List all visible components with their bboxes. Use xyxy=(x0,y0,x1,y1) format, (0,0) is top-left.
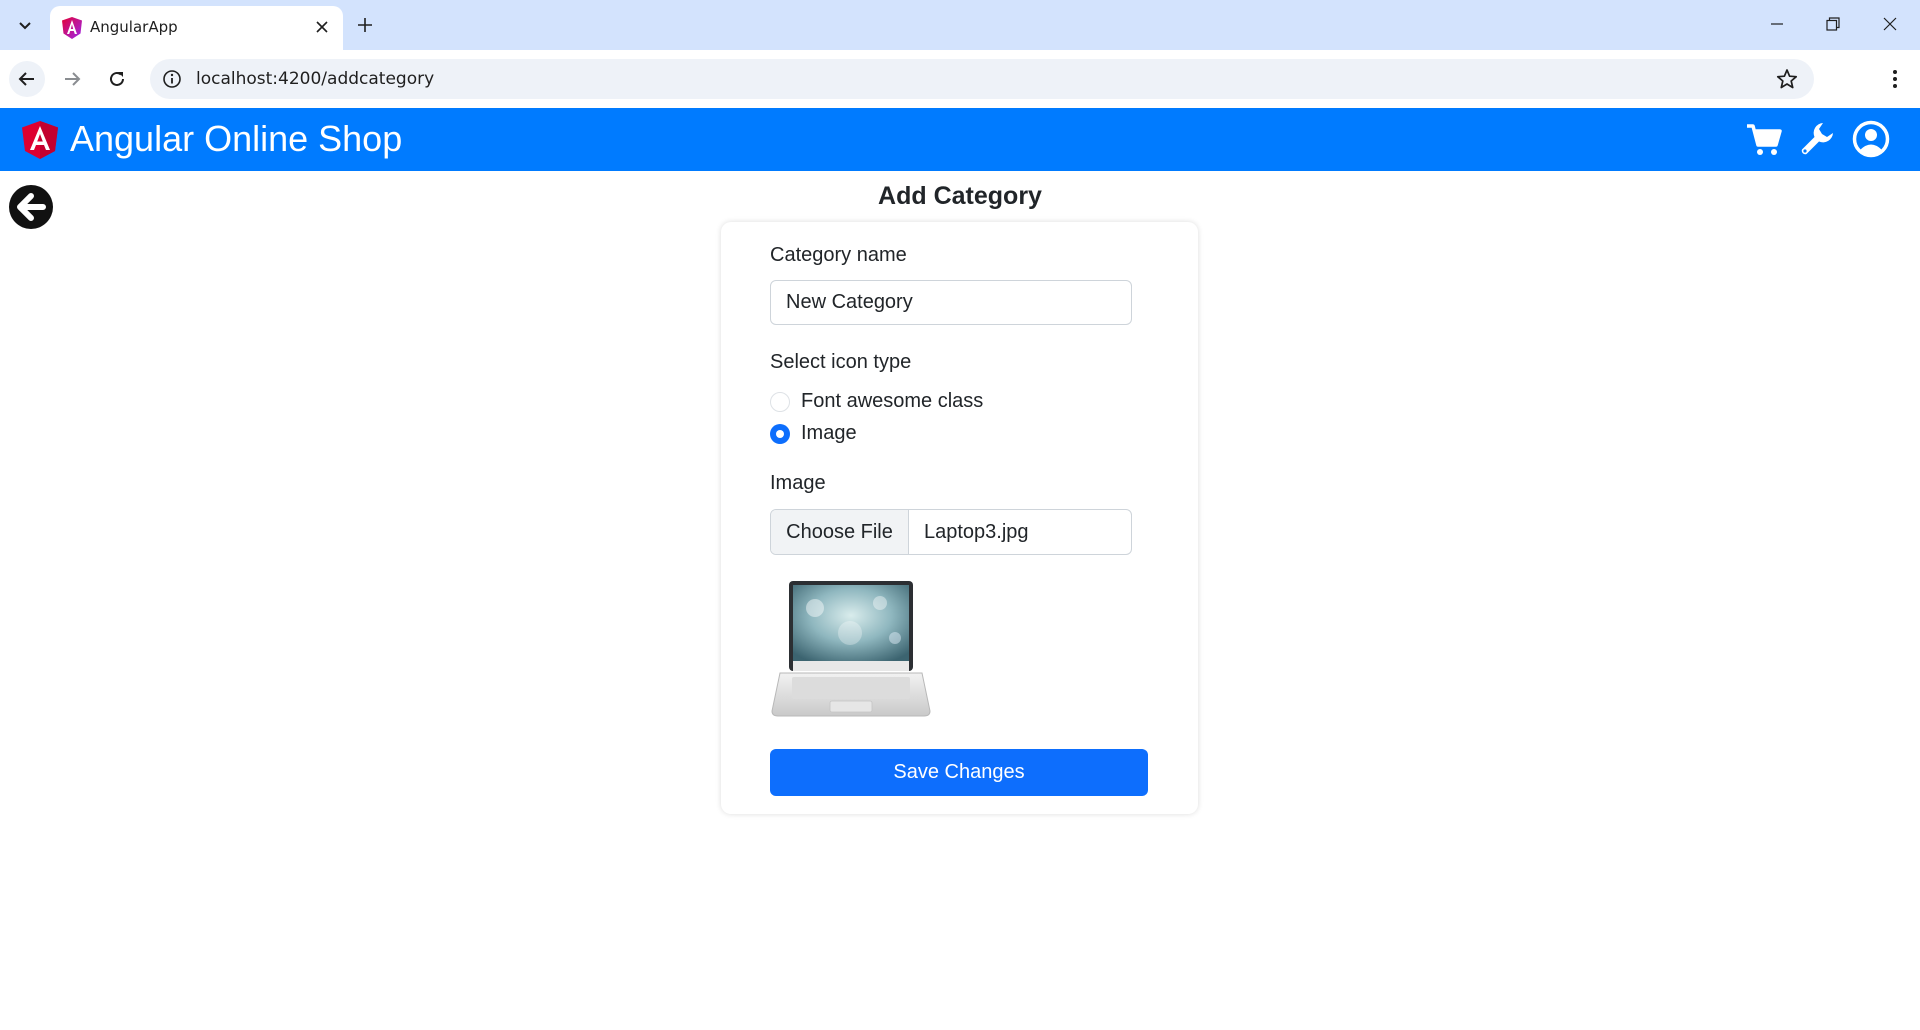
arrow-left-icon xyxy=(18,72,34,86)
page-title: Add Category xyxy=(878,182,1042,210)
reload-icon xyxy=(110,71,124,86)
choose-file-button[interactable]: Choose File xyxy=(771,510,909,554)
category-name-input[interactable]: New Category xyxy=(770,280,1132,325)
cart-icon[interactable] xyxy=(1745,120,1783,158)
browser-menu-icon[interactable] xyxy=(1880,61,1910,97)
address-bar[interactable]: localhost:4200/addcategory xyxy=(150,59,1814,99)
tab-title: AngularApp xyxy=(90,18,178,36)
tab-close-icon[interactable] xyxy=(311,16,333,38)
save-changes-button[interactable]: Save Changes xyxy=(770,749,1148,796)
reload-button[interactable] xyxy=(99,61,135,97)
minimize-icon[interactable] xyxy=(1754,6,1800,42)
arrow-right-icon xyxy=(65,72,81,86)
radio-image-label[interactable]: Image xyxy=(801,422,857,445)
radio-font-awesome[interactable] xyxy=(770,392,790,412)
browser-tab-active[interactable]: AngularApp xyxy=(50,6,343,50)
url-text: localhost:4200/addcategory xyxy=(196,69,435,89)
brand-title[interactable]: Angular Online Shop xyxy=(70,118,402,160)
user-circle-icon[interactable] xyxy=(1852,120,1890,158)
laptop-image-preview xyxy=(771,581,931,717)
bookmark-star-icon[interactable] xyxy=(1776,68,1798,90)
tab-search-button[interactable] xyxy=(9,10,41,40)
chevron-down-icon xyxy=(19,22,31,30)
angular-favicon-icon xyxy=(62,17,82,39)
browser-tabstrip: AngularApp xyxy=(0,0,1920,50)
forward-button[interactable] xyxy=(54,61,90,97)
add-category-form: Category name New Category Select icon t… xyxy=(721,222,1198,814)
file-name-text: Laptop3.jpg xyxy=(924,521,1029,543)
category-name-label: Category name xyxy=(770,244,907,266)
radio-font-awesome-label[interactable]: Font awesome class xyxy=(801,390,983,413)
icon-type-label: Select icon type xyxy=(770,351,912,373)
radio-image[interactable] xyxy=(770,424,790,444)
browser-toolbar: localhost:4200/addcategory xyxy=(0,50,1920,108)
new-tab-icon[interactable] xyxy=(352,12,378,38)
site-info-icon[interactable] xyxy=(162,69,182,89)
window-close-icon[interactable] xyxy=(1867,6,1913,42)
image-label: Image xyxy=(770,472,826,494)
angular-logo-icon[interactable] xyxy=(20,120,60,160)
image-file-input[interactable]: Choose File Laptop3.jpg xyxy=(770,509,1132,555)
back-button[interactable] xyxy=(9,61,45,97)
app-navbar: Angular Online Shop xyxy=(0,108,1920,171)
wrench-icon[interactable] xyxy=(1798,120,1836,158)
restore-icon[interactable] xyxy=(1810,6,1856,42)
